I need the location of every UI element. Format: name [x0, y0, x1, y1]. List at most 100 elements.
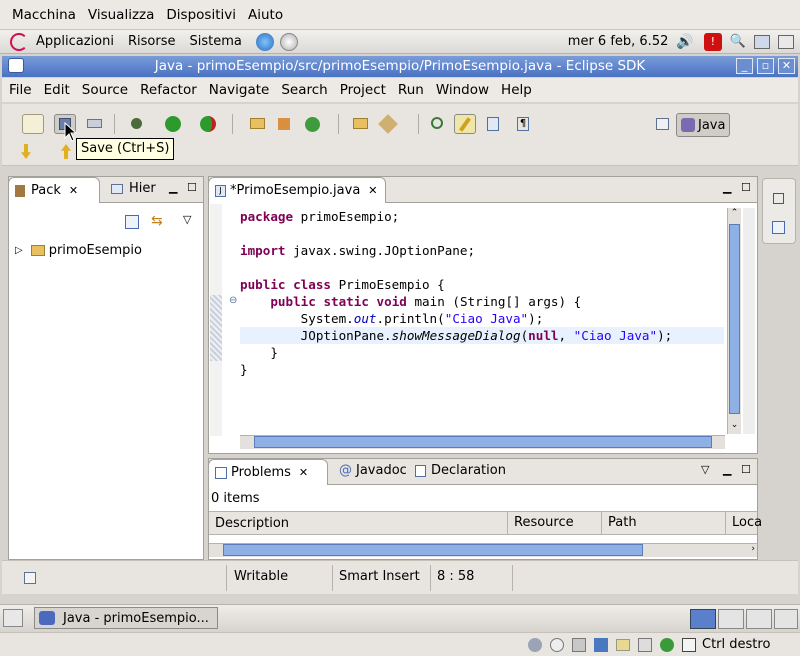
new-icon[interactable]: [22, 114, 44, 134]
open-type-icon[interactable]: [350, 114, 372, 134]
cd-dvd-icon[interactable]: [550, 637, 564, 652]
view-menu-icon[interactable]: ▽: [701, 463, 709, 476]
update-notifier-icon[interactable]: !: [703, 32, 722, 51]
maximize-view-icon[interactable]: ☐: [741, 463, 751, 476]
code-line[interactable]: JOptionPane.showMessageDialog(null, "Cia…: [240, 327, 724, 344]
new-class-icon[interactable]: [302, 114, 324, 134]
new-package-icon[interactable]: [274, 114, 296, 134]
code-line[interactable]: public class PrimoEsempio {: [240, 276, 724, 293]
next-annotation-icon[interactable]: [428, 114, 450, 134]
mouse-integration-icon[interactable]: [660, 637, 674, 652]
fast-view-icon[interactable]: [24, 572, 36, 584]
tab-package-explorer[interactable]: Pack ✕: [8, 177, 100, 203]
code-line[interactable]: public static void main (String[] args) …: [240, 293, 724, 310]
code-area[interactable]: package primoEsempio; import javax.swing.…: [240, 208, 724, 378]
keyboard-capture-icon[interactable]: [682, 637, 696, 652]
tree-item-project[interactable]: ▷ primoEsempio: [15, 243, 142, 258]
menu-search[interactable]: Search: [281, 82, 327, 98]
scroll-thumb[interactable]: [254, 436, 712, 448]
show-whitespace-icon[interactable]: ¶: [512, 114, 534, 134]
panel-menu-applicazioni[interactable]: Applicazioni: [36, 34, 114, 49]
menu-window[interactable]: Window: [436, 82, 489, 98]
restore-icon[interactable]: [773, 193, 784, 204]
vbox-menu-visualizza[interactable]: Visualizza: [88, 7, 155, 23]
collapse-all-icon[interactable]: [125, 215, 139, 229]
web-browser-icon[interactable]: [255, 32, 274, 51]
code-line[interactable]: import javax.swing.JOptionPane;: [240, 242, 724, 259]
maximize-button[interactable]: ▫: [757, 58, 774, 74]
block-selection-icon[interactable]: [482, 114, 504, 134]
minimize-view-icon[interactable]: ▁: [723, 463, 731, 476]
fold-collapse-icon[interactable]: ⊖: [229, 295, 237, 306]
vrdp-icon[interactable]: [638, 637, 652, 652]
print-icon[interactable]: [84, 114, 106, 134]
problems-horizontal-scrollbar[interactable]: ›: [209, 543, 757, 557]
editor-vertical-scrollbar[interactable]: ⌃ ⌄: [727, 208, 741, 434]
close-button[interactable]: ✕: [778, 58, 795, 74]
network-icon[interactable]: [778, 34, 794, 49]
scroll-down-icon[interactable]: ⌄: [728, 420, 741, 434]
run-icon[interactable]: [162, 114, 184, 134]
code-line[interactable]: }: [240, 344, 724, 361]
tab-javadoc[interactable]: @ Javadoc: [339, 463, 407, 478]
scroll-up-icon[interactable]: ⌃: [728, 208, 741, 222]
tab-primoesempio-java[interactable]: J *PrimoEsempio.java ✕: [208, 177, 386, 203]
java-perspective-button[interactable]: Java: [676, 113, 731, 137]
mark-occurrences-icon[interactable]: [454, 114, 476, 134]
menu-help[interactable]: Help: [501, 82, 532, 98]
panel-menu-sistema[interactable]: Sistema: [189, 34, 241, 49]
scroll-right-icon[interactable]: ›: [751, 544, 755, 554]
hard-disk-icon[interactable]: [528, 637, 542, 652]
close-tab-icon[interactable]: ✕: [69, 184, 78, 197]
open-perspective-icon[interactable]: [652, 114, 674, 134]
search-icon[interactable]: 🔍: [730, 34, 746, 49]
menu-navigate[interactable]: Navigate: [209, 82, 270, 98]
column-description[interactable]: Description: [215, 516, 289, 531]
search-tool-icon[interactable]: [378, 114, 400, 134]
column-path[interactable]: Path: [601, 511, 637, 535]
vbox-menu-macchina[interactable]: Macchina: [12, 7, 76, 23]
view-menu-icon[interactable]: ▽: [183, 213, 191, 226]
previous-edit-icon[interactable]: [56, 142, 78, 162]
menu-refactor[interactable]: Refactor: [140, 82, 197, 98]
mail-client-icon[interactable]: [279, 32, 298, 51]
menu-file[interactable]: File: [9, 82, 32, 98]
next-edit-icon[interactable]: [16, 142, 38, 162]
new-java-project-icon[interactable]: [247, 114, 269, 134]
code-line[interactable]: package primoEsempio;: [240, 208, 724, 225]
expand-arrow-icon[interactable]: ▷: [15, 245, 23, 256]
close-tab-icon[interactable]: ✕: [299, 466, 308, 479]
usb-icon[interactable]: [572, 637, 586, 652]
code-line[interactable]: System.out.println("Ciao Java");: [240, 310, 724, 327]
code-line[interactable]: [240, 259, 724, 276]
tab-declaration[interactable]: Declaration: [415, 463, 506, 478]
link-with-editor-icon[interactable]: ⇆: [151, 213, 163, 229]
minimize-view-icon[interactable]: ▁: [723, 181, 731, 194]
minimize-button[interactable]: _: [736, 58, 753, 74]
network-adapter-icon[interactable]: [594, 637, 608, 652]
external-tools-icon[interactable]: [197, 114, 219, 134]
workspace-4[interactable]: [774, 609, 798, 629]
scroll-thumb[interactable]: [729, 224, 740, 414]
debug-icon[interactable]: [126, 114, 148, 134]
menu-project[interactable]: Project: [340, 82, 386, 98]
maximize-view-icon[interactable]: ☐: [187, 181, 197, 194]
editor-horizontal-scrollbar[interactable]: [240, 435, 725, 449]
code-line[interactable]: [240, 225, 724, 242]
vbox-menu-aiuto[interactable]: Aiuto: [248, 7, 283, 23]
display-icon[interactable]: [754, 34, 770, 49]
volume-icon[interactable]: 🔊: [676, 34, 693, 50]
panel-menu-risorse[interactable]: Risorse: [128, 34, 176, 49]
panel-clock[interactable]: mer 6 feb, 6.52: [568, 34, 669, 49]
tab-hierarchy[interactable]: Hier: [111, 181, 156, 196]
taskbar-eclipse-button[interactable]: Java - primoEsempio...: [34, 607, 218, 629]
debian-logo-icon[interactable]: [10, 32, 28, 51]
minimize-view-icon[interactable]: ▁: [169, 181, 177, 194]
shared-folders-icon[interactable]: [616, 638, 630, 651]
scroll-thumb[interactable]: [223, 544, 643, 556]
outline-icon[interactable]: [772, 221, 785, 234]
workspace-1[interactable]: [690, 609, 716, 629]
show-desktop-icon[interactable]: [3, 609, 23, 627]
menu-run[interactable]: Run: [398, 82, 424, 98]
code-line[interactable]: }: [240, 361, 724, 378]
